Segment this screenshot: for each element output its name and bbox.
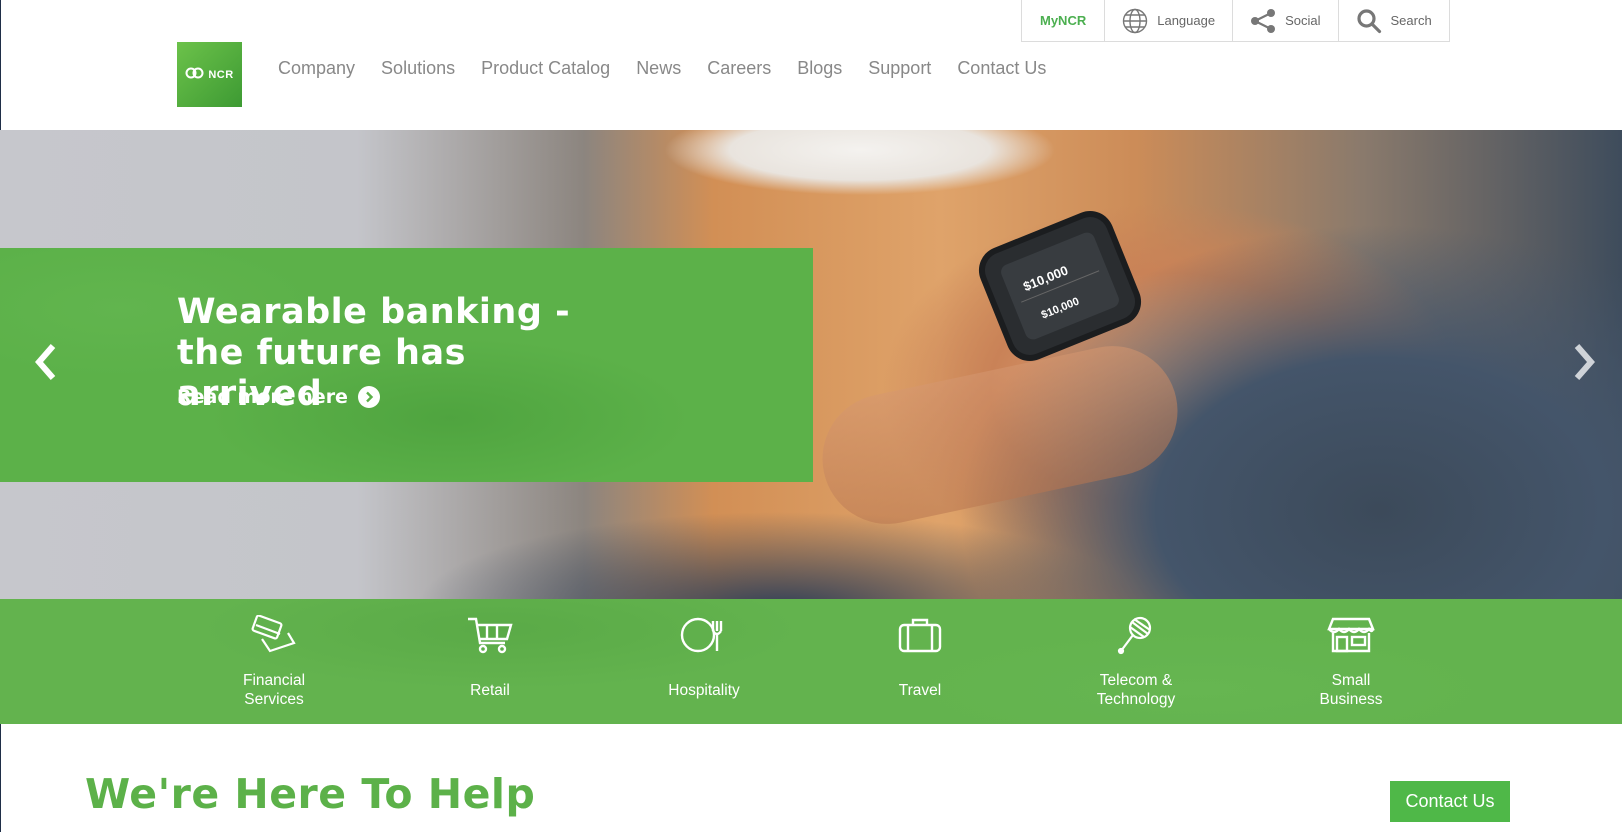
- watch-amount-1: $10,000: [1021, 263, 1070, 295]
- share-icon: [1250, 8, 1276, 33]
- ncr-logo[interactable]: NCR: [177, 42, 242, 107]
- nav-contact-us[interactable]: Contact Us: [957, 58, 1046, 79]
- globe-icon: [1122, 8, 1148, 34]
- nav-solutions[interactable]: Solutions: [381, 58, 455, 79]
- carousel-prev-button[interactable]: [31, 340, 61, 384]
- industry-label: Hospitality: [668, 681, 740, 699]
- industry-label: Retail: [470, 681, 510, 699]
- hero-headline-line1: Wearable banking -: [177, 292, 571, 332]
- chevron-right-icon: [1569, 344, 1599, 388]
- industry-label: Travel: [898, 681, 942, 699]
- industry-financial-services[interactable]: Financial Services: [194, 613, 354, 709]
- industry-travel[interactable]: Travel: [840, 613, 1000, 709]
- shopping-cart-icon: [465, 613, 515, 657]
- nav-support[interactable]: Support: [868, 58, 931, 79]
- nav-news[interactable]: News: [636, 58, 681, 79]
- chevron-right-circle-icon: [357, 386, 380, 408]
- industry-telecom-technology[interactable]: Telecom & Technology: [1056, 613, 1216, 709]
- social-menu[interactable]: Social: [1233, 0, 1339, 41]
- social-label: Social: [1285, 13, 1321, 28]
- industry-label: Small Business: [1319, 672, 1383, 708]
- suitcase-icon: [897, 613, 943, 657]
- utility-bar: MyNCR Language Social Search: [1021, 0, 1450, 42]
- watch-amount-2: $10,000: [1040, 296, 1081, 322]
- read-more-link[interactable]: Read more here: [177, 386, 380, 408]
- ncr-rings-icon: [185, 66, 205, 84]
- search-icon: [1356, 8, 1382, 34]
- main-nav: Company Solutions Product Catalog News C…: [278, 58, 1046, 79]
- plate-fork-icon: [679, 613, 729, 657]
- search-button[interactable]: Search: [1339, 0, 1449, 41]
- nav-product-catalog[interactable]: Product Catalog: [481, 58, 610, 79]
- industries-strip: Financial Services Retail Hospitality Tr…: [0, 599, 1622, 724]
- industry-label: Telecom & Technology: [1096, 672, 1176, 708]
- chevron-left-icon: [31, 344, 61, 388]
- myncr-label: MyNCR: [1040, 13, 1087, 28]
- industry-retail[interactable]: Retail: [410, 613, 570, 709]
- nav-blogs[interactable]: Blogs: [797, 58, 842, 79]
- nav-careers[interactable]: Careers: [707, 58, 771, 79]
- hero-carousel: $10,000 $10,000 Wearable banking - the f…: [0, 130, 1622, 599]
- industry-hospitality[interactable]: Hospitality: [624, 613, 784, 709]
- language-label: Language: [1157, 13, 1216, 28]
- satellite-icon: [1116, 613, 1156, 657]
- logo-text: NCR: [208, 68, 234, 81]
- industry-label: Financial Services: [242, 672, 306, 708]
- read-more-label: Read more here: [177, 386, 348, 408]
- hero-text-panel: Wearable banking - the future has arrive…: [0, 248, 813, 482]
- search-label: Search: [1390, 13, 1432, 28]
- credit-card-icon: [248, 613, 300, 657]
- contact-us-button[interactable]: Contact Us: [1390, 781, 1510, 822]
- carousel-next-button[interactable]: [1569, 340, 1599, 384]
- help-heading: We're Here To Help: [85, 770, 536, 818]
- nav-company[interactable]: Company: [278, 58, 355, 79]
- smartwatch-screen: $10,000 $10,000: [998, 230, 1122, 342]
- language-selector[interactable]: Language: [1105, 0, 1234, 41]
- storefront-icon: [1327, 613, 1375, 657]
- industry-small-business[interactable]: Small Business: [1271, 613, 1431, 709]
- myncr-link[interactable]: MyNCR: [1022, 0, 1106, 41]
